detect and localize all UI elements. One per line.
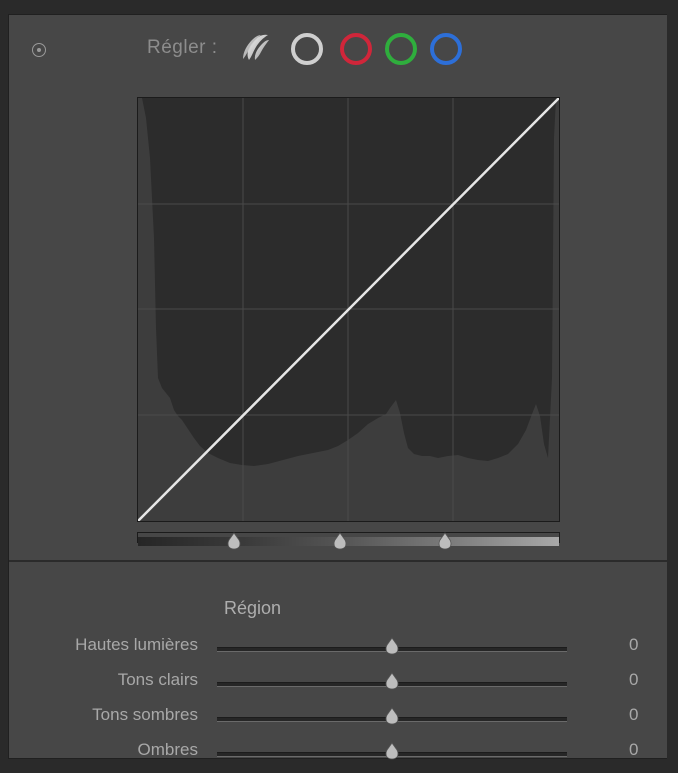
point-curve-channel-icon[interactable] — [241, 33, 270, 62]
red-channel-icon[interactable] — [340, 33, 372, 65]
darks-value[interactable]: 0 — [629, 705, 638, 725]
slider-row-highlights: Hautes lumières 0 — [9, 635, 667, 665]
split-handle-shadows[interactable] — [226, 532, 242, 550]
shadows-slider-thumb[interactable] — [384, 742, 400, 760]
slider-label: Tons clairs — [117, 670, 198, 689]
adjust-label: Régler : — [147, 37, 218, 58]
lights-value[interactable]: 0 — [629, 670, 638, 690]
green-channel-icon[interactable] — [385, 33, 417, 65]
tone-curve-panel: Régler : Région Hautes lumières 0 Tons c… — [8, 14, 668, 760]
shadows-value[interactable]: 0 — [629, 740, 638, 760]
targeted-adjustment-icon[interactable] — [32, 43, 46, 57]
slider-label: Hautes lumières — [75, 635, 198, 654]
highlights-slider-thumb[interactable] — [384, 637, 400, 655]
slider-row-darks: Tons sombres 0 — [9, 705, 667, 735]
tone-curve-graph[interactable] — [137, 97, 560, 522]
slider-label: Ombres — [137, 740, 198, 759]
slider-row-shadows: Ombres 0 — [9, 740, 667, 770]
split-point-bar[interactable] — [137, 532, 560, 546]
panel-edge — [667, 0, 678, 773]
rgb-channel-icon[interactable] — [291, 33, 323, 65]
lights-slider-thumb[interactable] — [384, 672, 400, 690]
split-handle-midtones[interactable] — [332, 532, 348, 550]
blue-channel-icon[interactable] — [430, 33, 462, 65]
split-handle-highlights[interactable] — [437, 532, 453, 550]
section-divider — [9, 560, 667, 562]
slider-row-lights: Tons clairs 0 — [9, 670, 667, 700]
slider-label: Tons sombres — [92, 705, 198, 724]
region-title: Région — [224, 598, 282, 618]
darks-slider-thumb[interactable] — [384, 707, 400, 725]
highlights-value[interactable]: 0 — [629, 635, 638, 655]
